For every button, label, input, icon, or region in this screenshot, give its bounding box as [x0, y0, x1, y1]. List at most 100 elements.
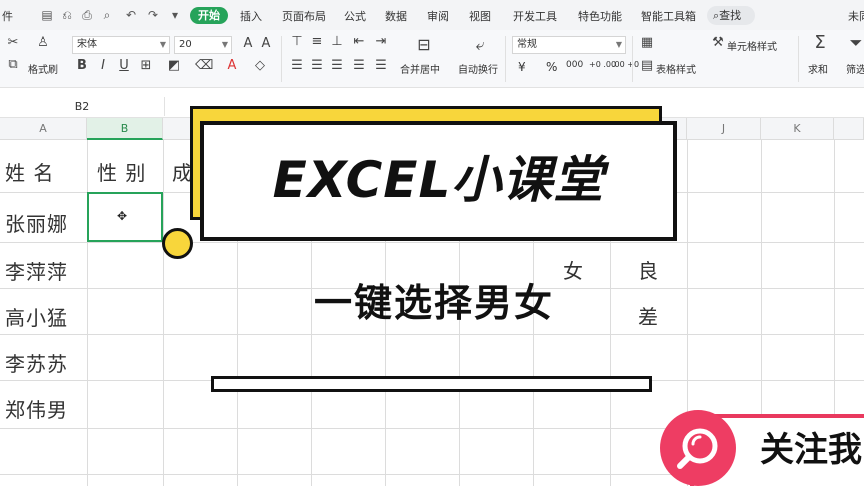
font-name-value: 宋体: [77, 39, 97, 50]
cell-i3[interactable]: 良: [638, 255, 659, 284]
bold-icon[interactable]: B: [74, 59, 90, 73]
tab-developer[interactable]: 开发工具: [513, 8, 557, 24]
column-header-a[interactable]: A: [0, 118, 87, 140]
decrease-decimal-button[interactable]: .00 +0: [612, 60, 639, 69]
filter-button[interactable]: 筛选: [846, 61, 864, 76]
cell-a4[interactable]: 高小猛: [5, 302, 68, 331]
align-center-icon[interactable]: ☰: [309, 59, 325, 73]
tab-smart-toolbox[interactable]: 智能工具箱: [641, 8, 696, 24]
tab-start[interactable]: 开始: [190, 7, 228, 24]
tab-insert[interactable]: 插入: [240, 8, 262, 24]
cut-icon[interactable]: ✂: [5, 36, 21, 50]
align-right-icon[interactable]: ☰: [329, 59, 345, 73]
redo-icon[interactable]: ↷: [146, 8, 160, 22]
merge-center-button[interactable]: 合并居中: [400, 61, 440, 76]
font-shrink-icon[interactable]: A: [258, 37, 274, 51]
number-format-value: 常规: [517, 39, 537, 50]
more-icon[interactable]: ▾: [168, 8, 182, 22]
print-icon[interactable]: ⎙: [80, 8, 94, 22]
conditional-format-icon[interactable]: ▦: [639, 36, 655, 50]
tab-formula[interactable]: 公式: [344, 8, 366, 24]
ribbon-separator: [281, 36, 282, 82]
column-header-extra[interactable]: [834, 118, 864, 140]
number-format-select[interactable]: 常规 ▼: [512, 36, 626, 54]
font-color-icon[interactable]: A: [224, 59, 240, 73]
menu-file[interactable]: 件: [2, 8, 13, 24]
column-header-j[interactable]: J: [687, 118, 761, 140]
border-icon[interactable]: ⊞: [138, 59, 154, 73]
thousand-separator-button[interactable]: 000: [566, 60, 583, 70]
column-header-k[interactable]: K: [761, 118, 834, 140]
menu-bar: 件 ▤ ⎌ ⎙ ⌕ ↶ ↷ ▾ 开始 插入 页面布局 公式 数据 审阅 视图 开…: [0, 0, 864, 30]
underline-icon[interactable]: U: [116, 59, 132, 73]
cursor-icon: ✥: [117, 209, 128, 223]
format-painter-button[interactable]: 格式刷: [28, 61, 58, 76]
table-style-icon[interactable]: ▤: [639, 59, 655, 73]
preview-icon[interactable]: ⌕: [100, 8, 114, 22]
fill-color-icon[interactable]: ◩: [166, 59, 182, 73]
font-size-value: 20: [179, 39, 192, 50]
font-grow-icon[interactable]: A: [240, 37, 256, 51]
video-title: EXCEL小课堂: [272, 151, 605, 209]
chevron-down-icon: ▼: [159, 40, 166, 49]
indent-increase-icon[interactable]: ⇥: [373, 35, 389, 49]
font-name-select[interactable]: 宋体 ▼: [72, 36, 170, 54]
share-icon[interactable]: ⎌: [60, 8, 74, 22]
grid-line: [0, 242, 864, 243]
tab-data[interactable]: 数据: [385, 8, 407, 24]
align-justify-icon[interactable]: ☰: [351, 59, 367, 73]
cell-style-icon[interactable]: ⚒: [710, 36, 726, 50]
sum-button[interactable]: 求和: [808, 61, 828, 76]
search-icon: [677, 428, 718, 469]
tab-page-layout[interactable]: 页面布局: [282, 8, 326, 24]
follow-circle[interactable]: [660, 410, 736, 486]
undo-icon[interactable]: ↶: [124, 8, 138, 22]
font-size-select[interactable]: 20 ▼: [174, 36, 232, 54]
column-header-b[interactable]: B: [87, 118, 163, 140]
align-middle-icon[interactable]: ≡: [309, 35, 325, 49]
currency-button[interactable]: ¥: [518, 60, 526, 74]
cell-i4[interactable]: 差: [638, 301, 659, 330]
filter-icon[interactable]: ⏷: [848, 35, 864, 51]
sum-icon[interactable]: Σ: [812, 34, 828, 52]
search-label: 查找: [719, 9, 742, 22]
wrap-text-icon[interactable]: ⤶: [472, 37, 488, 53]
align-left-icon[interactable]: ☰: [289, 59, 305, 73]
ribbon-separator: [632, 36, 633, 82]
grid-line: [0, 334, 864, 335]
cell-a1[interactable]: 姓 名: [5, 157, 54, 186]
cell-style-button[interactable]: 单元格样式: [727, 38, 777, 53]
eraser-icon[interactable]: ◇: [252, 59, 268, 73]
title-card: EXCEL小课堂: [200, 121, 677, 241]
brush-icon[interactable]: ♙: [35, 36, 51, 50]
ribbon-separator: [505, 36, 506, 82]
ribbon-separator: [798, 36, 799, 82]
cell-a5[interactable]: 李苏苏: [5, 348, 68, 377]
decorative-bar: [211, 376, 652, 392]
search-box[interactable]: ⌕查找: [707, 6, 755, 25]
align-top-icon[interactable]: ⊤: [289, 35, 305, 49]
clear-icon[interactable]: ⌫: [195, 59, 213, 73]
ribbon-toolbar: ✂ ♙ ⧉ 格式刷 宋体 ▼ 20 ▼ A A B I U ⊞ ◩ ⌫ A ◇ …: [0, 30, 864, 88]
tab-review[interactable]: 审阅: [427, 8, 449, 24]
align-bottom-icon[interactable]: ⊥: [329, 35, 345, 49]
table-style-button[interactable]: 表格样式: [656, 61, 696, 76]
copy-icon[interactable]: ⧉: [5, 58, 21, 72]
user-status[interactable]: 未同: [848, 8, 864, 24]
cell-a3[interactable]: 李萍萍: [5, 256, 68, 285]
cell-a6[interactable]: 郑伟男: [5, 394, 68, 423]
wrap-text-button[interactable]: 自动换行: [458, 61, 498, 76]
indent-decrease-icon[interactable]: ⇤: [351, 35, 367, 49]
cell-b1[interactable]: 性 别: [97, 157, 146, 186]
cell-a2[interactable]: 张丽娜: [5, 208, 68, 237]
italic-icon[interactable]: I: [95, 59, 111, 73]
save-icon[interactable]: ▤: [40, 8, 54, 22]
name-box[interactable]: B2: [0, 97, 165, 116]
merge-center-icon[interactable]: ⊟: [416, 37, 432, 53]
follow-label[interactable]: 关注我: [760, 425, 862, 475]
tab-view[interactable]: 视图: [469, 8, 491, 24]
percent-button[interactable]: %: [546, 60, 557, 74]
distribute-icon[interactable]: ☰: [373, 59, 389, 73]
tab-features[interactable]: 特色功能: [578, 8, 622, 24]
decorative-dot: [162, 228, 193, 259]
